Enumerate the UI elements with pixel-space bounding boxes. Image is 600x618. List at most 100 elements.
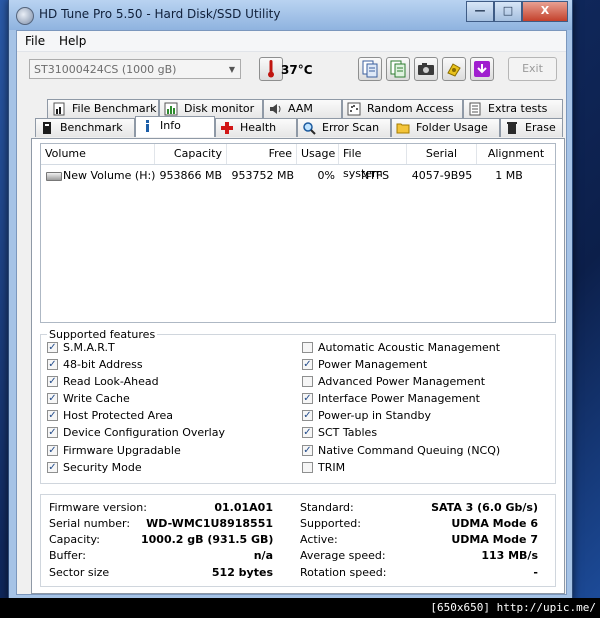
file-benchmark-icon: [53, 102, 65, 116]
save-button[interactable]: [470, 57, 494, 81]
standard-value: SATA 3 (6.0 Gb/s): [431, 501, 538, 514]
tab-erase[interactable]: Erase: [500, 118, 563, 137]
col-alignment[interactable]: Alignment: [477, 144, 555, 164]
speaker-icon: [270, 104, 281, 114]
tab-label: Error Scan: [322, 121, 380, 134]
temperature-button[interactable]: [259, 57, 283, 81]
col-volume[interactable]: Volume: [41, 144, 155, 164]
cell-file-system: NTFS: [361, 169, 390, 182]
checkbox[interactable]: ✓: [302, 445, 313, 456]
menu-bar: File Help: [17, 31, 566, 52]
checkbox[interactable]: [302, 376, 313, 387]
tab-label: Folder Usage: [416, 121, 488, 134]
exit-button[interactable]: Exit: [508, 57, 557, 81]
supported-label: Supported:: [300, 517, 361, 530]
disk-monitor-icon: [164, 102, 178, 116]
menu-file[interactable]: File: [25, 34, 45, 48]
tab-random-access[interactable]: Random Access: [342, 99, 463, 118]
cell-alignment: 1 MB: [495, 169, 523, 182]
tab-benchmark[interactable]: Benchmark: [35, 118, 135, 137]
serial-number-label: Serial number:: [49, 517, 131, 530]
col-capacity[interactable]: Capacity: [155, 144, 227, 164]
tab-label: Extra tests: [488, 102, 548, 115]
tab-folder-usage[interactable]: Folder Usage: [391, 118, 500, 137]
close-button[interactable]: X: [522, 1, 568, 22]
window-title: HD Tune Pro 5.50 - Hard Disk/SSD Utility: [39, 7, 281, 21]
options-icon: [447, 63, 461, 77]
screenshot-button[interactable]: [414, 57, 438, 81]
supported-features-group: Supported features ✓ S.M.A.R.T ✓ 48-bit Ad…: [40, 328, 556, 484]
image-caption: [650x650] http://upic.me/: [430, 601, 596, 614]
app-window: HD Tune Pro 5.50 - Hard Disk/SSD Utility…: [8, 0, 573, 601]
client-area: File Help ST31000424CS (1000 gB) ▼ 37°C: [16, 30, 567, 595]
checkbox[interactable]: ✓: [47, 462, 58, 473]
tab-label: Benchmark: [60, 121, 123, 134]
tab-aam[interactable]: AAM: [263, 99, 342, 118]
maximize-button[interactable]: □: [494, 1, 522, 22]
feature-label: Automatic Acoustic Management: [318, 341, 501, 354]
tab-label: AAM: [288, 102, 313, 115]
feature-label: Write Cache: [63, 392, 130, 405]
firmware-version-value: 01.01A01: [214, 501, 273, 514]
tab-error-scan[interactable]: Error Scan: [297, 118, 391, 137]
col-usage[interactable]: Usage: [297, 144, 339, 164]
feature-label: Power-up in Standby: [318, 409, 431, 422]
checkbox[interactable]: ✓: [47, 427, 58, 438]
standard-label: Standard:: [300, 501, 354, 514]
drive-select[interactable]: ST31000424CS (1000 gB) ▼: [29, 59, 241, 79]
feature-label: Host Protected Area: [63, 409, 173, 422]
feature-label: Device Configuration Overlay: [63, 426, 225, 439]
cell-capacity: 953866 MB: [159, 169, 222, 182]
rotation-speed-value: -: [533, 566, 538, 579]
feature-label: Firmware Upgradable: [63, 444, 181, 457]
random-access-icon: [347, 102, 361, 116]
checkbox[interactable]: ✓: [47, 359, 58, 370]
chevron-down-icon: ▼: [228, 65, 236, 74]
tab-info[interactable]: Info: [135, 116, 215, 137]
checkbox[interactable]: ✓: [47, 445, 58, 456]
col-free[interactable]: Free: [227, 144, 297, 164]
feature-label: Power Management: [318, 358, 428, 371]
buffer-value: n/a: [253, 549, 273, 562]
folder-icon: [396, 123, 410, 134]
feature-label: SCT Tables: [318, 426, 378, 439]
col-file-system[interactable]: File system: [339, 144, 407, 180]
checkbox[interactable]: ✓: [302, 393, 313, 404]
active-label: Active:: [300, 533, 338, 546]
menu-help[interactable]: Help: [59, 34, 86, 48]
checkbox[interactable]: ✓: [302, 410, 313, 421]
sector-size-value: 512 bytes: [211, 566, 273, 579]
title-bar[interactable]: HD Tune Pro 5.50 - Hard Disk/SSD Utility…: [9, 0, 572, 30]
average-speed-label: Average speed:: [300, 549, 386, 562]
volume-table-header: Volume Capacity Free Usage File system S…: [41, 144, 555, 180]
feature-label: Advanced Power Management: [318, 375, 486, 388]
temperature-readout: 37°C: [281, 63, 313, 77]
tab-health[interactable]: Health: [215, 118, 297, 137]
copy-text-button[interactable]: [358, 57, 382, 81]
checkbox[interactable]: ✓: [47, 342, 58, 353]
feature-label: Interface Power Management: [318, 392, 480, 405]
checkbox[interactable]: ✓: [47, 410, 58, 421]
checkbox[interactable]: [302, 462, 313, 473]
checkbox[interactable]: ✓: [302, 359, 313, 370]
tab-extra-tests[interactable]: Extra tests: [463, 99, 563, 118]
tab-label: Erase: [525, 121, 556, 134]
copy-info-button[interactable]: [386, 57, 410, 81]
health-cross-icon: [221, 122, 233, 134]
checkbox[interactable]: ✓: [47, 393, 58, 404]
thermometer-icon: [268, 60, 274, 78]
options-button[interactable]: [442, 57, 466, 81]
checkbox[interactable]: [302, 342, 313, 353]
toolbar: ST31000424CS (1000 gB) ▼ 37°C Exit: [17, 51, 566, 89]
table-row[interactable]: New Volume (H:) 953866 MB 953752 MB 0% N…: [41, 167, 555, 185]
checkbox[interactable]: ✓: [302, 427, 313, 438]
volume-table[interactable]: Volume Capacity Free Usage File system S…: [40, 143, 556, 323]
col-serial[interactable]: Serial: [407, 144, 477, 164]
drive-select-value: ST31000424CS (1000 gB): [34, 63, 177, 76]
copy-info-icon: [390, 60, 406, 78]
cell-serial: 4057-9B95: [411, 169, 473, 182]
checkbox[interactable]: ✓: [47, 376, 58, 387]
feature-label: TRIM: [318, 461, 346, 474]
feature-label: Native Command Queuing (NCQ): [318, 444, 501, 457]
minimize-button[interactable]: —: [466, 1, 494, 22]
